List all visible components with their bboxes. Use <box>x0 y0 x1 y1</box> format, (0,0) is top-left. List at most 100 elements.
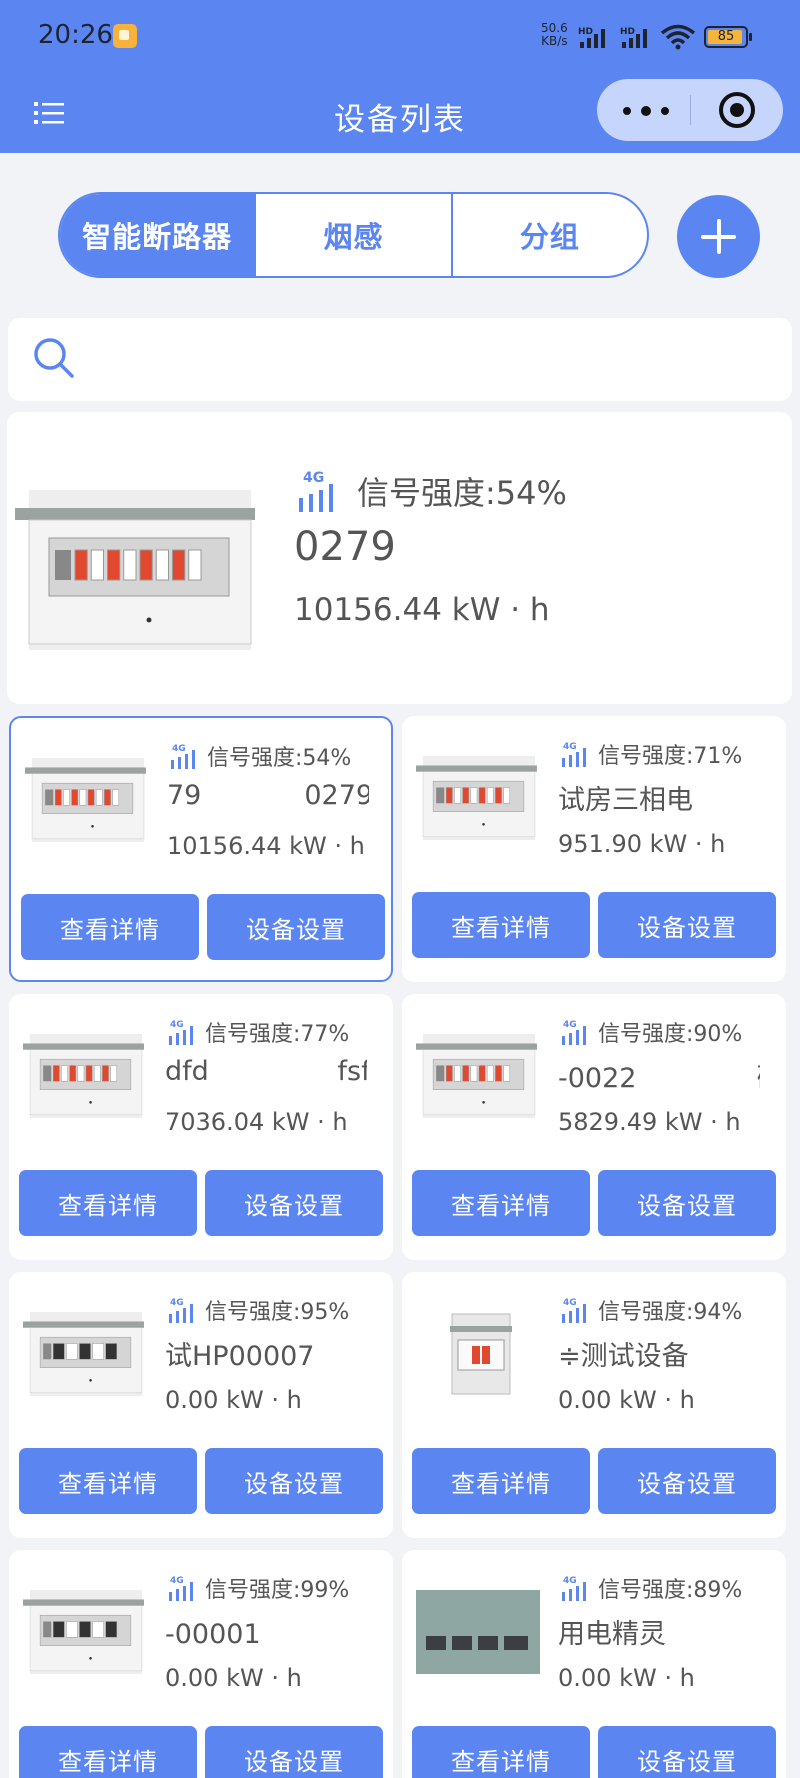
device-thumbnail <box>23 1034 147 1118</box>
cell-signal-icon: HD <box>578 27 605 48</box>
signal-strength-text: 信号强度:95% <box>205 1300 350 1325</box>
device-energy: 951.90 kW · h <box>558 830 726 858</box>
signal-4g-icon: 4G <box>171 744 195 769</box>
signal-4g-icon: 4G <box>562 1298 586 1323</box>
view-details-button[interactable]: 查看详情 <box>412 1448 590 1514</box>
device-card[interactable]: 4G 信号强度:94% ≑测试设备 0.00 kW · h 查看详情 设备设置 <box>402 1272 786 1538</box>
view-details-button[interactable]: 查看详情 <box>19 1726 197 1778</box>
signal-strength-text: 信号强度:54% <box>207 746 352 771</box>
network-type-label: 4G <box>563 1298 577 1308</box>
featured-device-card[interactable]: 4G 信号强度:54% 0279 10156.44 kW · h <box>7 412 792 704</box>
device-card[interactable]: 4G 信号强度:89% 用电精灵 0.00 kW · h 查看详情 设备设置 <box>402 1550 786 1778</box>
device-card[interactable]: 4G 信号强度:54% 79 0279 10156.44 kW · h 查看详情… <box>9 716 393 982</box>
device-name: 79 0279 <box>167 780 369 811</box>
device-name: 试房三相电 <box>558 785 693 816</box>
signal-strength-text: 信号强度:89% <box>598 1578 743 1603</box>
target-circle-icon[interactable] <box>719 92 755 128</box>
device-card[interactable]: 4G 信号强度:99% -00001 尼 0.00 kW · h 查看详情 设备… <box>9 1550 393 1778</box>
notification-app-icon <box>113 24 137 48</box>
network-speed-unit: KB/s <box>541 34 568 48</box>
device-thumbnail <box>416 1312 540 1396</box>
signal-strength-text: 信号强度:94% <box>598 1300 743 1325</box>
device-thumbnail <box>416 756 540 840</box>
device-energy: 0.00 kW · h <box>558 1664 695 1692</box>
device-settings-button[interactable]: 设备设置 <box>205 1448 383 1514</box>
view-details-button[interactable]: 查看详情 <box>412 1726 590 1778</box>
signal-row: 4G 信号强度:94% <box>560 1294 742 1326</box>
device-settings-button[interactable]: 设备设置 <box>207 894 385 960</box>
network-type-label: 4G <box>563 1020 577 1030</box>
device-settings-button[interactable]: 设备设置 <box>598 1726 776 1778</box>
device-energy: 10156.44 kW · h <box>294 592 550 628</box>
device-name: -0022 研 <box>558 1063 760 1094</box>
signal-4g-icon: 4G <box>562 742 586 767</box>
view-details-button[interactable]: 查看详情 <box>412 1170 590 1236</box>
device-thumbnail <box>23 1312 147 1396</box>
view-details-button[interactable]: 查看详情 <box>21 894 199 960</box>
wifi-icon <box>660 24 696 50</box>
device-name: ≑测试设备 <box>558 1341 689 1372</box>
signal-strength-text: 信号强度:99% <box>205 1578 350 1603</box>
device-card[interactable]: 4G 信号强度:90% -0022 研 5829.49 kW · h 查看详情 … <box>402 994 786 1260</box>
signal-row: 4G 信号强度:77% <box>167 1016 349 1048</box>
device-name: dfd fsfsc <box>165 1056 367 1087</box>
tab-smart-breaker[interactable]: 智能断路器 <box>60 194 255 276</box>
view-details-button[interactable]: 查看详情 <box>19 1170 197 1236</box>
signal-4g-icon: 4G <box>169 1298 193 1323</box>
signal-row: 4G 信号强度:90% <box>560 1016 742 1048</box>
network-type-label: 4G <box>170 1576 184 1586</box>
signal-row: 4G 信号强度:89% <box>560 1572 742 1604</box>
device-card[interactable]: 4G 信号强度:77% dfd fsfsc 7036.04 kW · h 查看详… <box>9 994 393 1260</box>
search-bar <box>8 318 792 401</box>
cell-signal-label: HD <box>578 27 593 37</box>
signal-row: 4G 信号强度:71% <box>560 738 742 770</box>
add-device-button[interactable] <box>677 195 760 278</box>
more-dots-icon[interactable] <box>619 95 675 125</box>
device-energy: 0.00 kW · h <box>165 1664 302 1692</box>
device-thumbnail <box>416 1590 540 1674</box>
device-name: 0279 <box>294 524 396 570</box>
signal-strength-text: 信号强度:54% <box>357 474 567 512</box>
device-card[interactable]: 4G 信号强度:71% 试房三相电 951.90 kW · h 查看详情 设备设… <box>402 716 786 982</box>
search-icon <box>34 338 74 378</box>
network-type-label: 4G <box>170 1298 184 1308</box>
network-type-label: 4G <box>172 744 186 754</box>
network-speed: 50.6 KB/s <box>541 22 568 48</box>
signal-4g-icon: 4G <box>169 1020 193 1045</box>
battery-level: 85 <box>717 29 735 44</box>
device-settings-button[interactable]: 设备设置 <box>598 1448 776 1514</box>
signal-strength-text: 信号强度:90% <box>598 1022 743 1047</box>
signal-strength-text: 信号强度:71% <box>598 744 743 769</box>
device-thumbnail <box>15 490 261 650</box>
device-settings-button[interactable]: 设备设置 <box>205 1726 383 1778</box>
signal-4g-icon: 4G <box>169 1576 193 1601</box>
mini-program-capsule <box>597 79 783 141</box>
device-thumbnail <box>416 1034 540 1118</box>
network-type-label: 4G <box>563 1576 577 1586</box>
device-settings-button[interactable]: 设备设置 <box>205 1170 383 1236</box>
device-energy: 10156.44 kW · h <box>167 832 365 860</box>
network-type-label: 4G <box>563 742 577 752</box>
device-settings-button[interactable]: 设备设置 <box>598 892 776 958</box>
signal-4g-icon: 4G <box>299 470 333 512</box>
view-details-button[interactable]: 查看详情 <box>412 892 590 958</box>
device-settings-button[interactable]: 设备设置 <box>598 1170 776 1236</box>
category-tabs: 智能断路器 烟感 分组 <box>58 192 649 278</box>
device-thumbnail <box>23 1590 147 1674</box>
signal-strength-text: 信号强度:77% <box>205 1022 350 1047</box>
tab-group[interactable]: 分组 <box>450 194 647 276</box>
signal-row: 4G 信号强度:54% <box>169 740 351 772</box>
device-energy: 0.00 kW · h <box>558 1386 695 1414</box>
search-input[interactable] <box>88 328 768 390</box>
device-thumbnail <box>25 758 149 842</box>
tab-smoke-detector[interactable]: 烟感 <box>254 194 450 276</box>
device-name: -00001 尼 <box>165 1619 261 1650</box>
status-time: 20:26 <box>38 20 113 50</box>
device-energy: 7036.04 kW · h <box>165 1108 348 1136</box>
view-details-button[interactable]: 查看详情 <box>19 1448 197 1514</box>
battery-icon: 85 <box>704 26 752 48</box>
device-name: 用电精灵 <box>558 1619 666 1650</box>
network-type-label: 4G <box>303 470 324 486</box>
device-card[interactable]: 4G 信号强度:95% 试HP00007 0.00 kW · h 查看详情 设备… <box>9 1272 393 1538</box>
device-name: 试HP00007 <box>165 1341 315 1372</box>
